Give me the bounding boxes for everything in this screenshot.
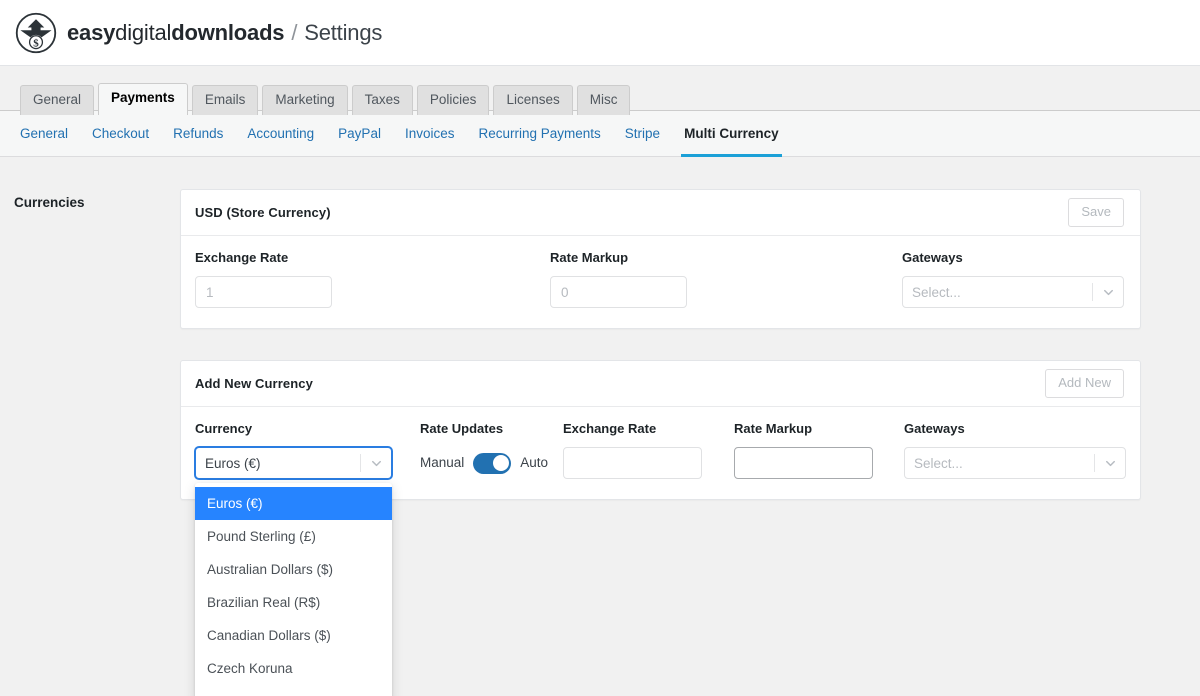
new-exchange-rate-input[interactable] [563, 447, 702, 479]
masthead: $ easydigitaldownloads / Settings [0, 0, 1200, 66]
primary-tabs-bar: GeneralPaymentsEmailsMarketingTaxesPolic… [0, 66, 1200, 110]
currencies-section-label: Currencies [14, 195, 180, 210]
currency-dropdown-menu[interactable]: Euros (€)Pound Sterling (£)Australian Do… [195, 483, 392, 696]
store-rate-markup-label: Rate Markup [550, 250, 687, 266]
brand-title: easydigitaldownloads / Settings [67, 20, 382, 46]
rate-updates-auto-label: Auto [520, 455, 548, 471]
chevron-down-icon [1095, 456, 1125, 471]
subnav-item-recurring-payments[interactable]: Recurring Payments [466, 111, 612, 156]
add-currency-panel: Add New Currency Add New Currency Euros … [180, 360, 1141, 500]
add-currency-title: Add New Currency [195, 376, 313, 391]
tab-policies[interactable]: Policies [417, 85, 490, 115]
subnav-item-invoices[interactable]: Invoices [393, 111, 467, 156]
brand-easy: easy [67, 20, 115, 46]
subnav-item-paypal[interactable]: PayPal [326, 111, 393, 156]
currency-select[interactable]: Euros (€) [195, 447, 392, 479]
store-gateways-field: Gateways Select... [902, 250, 1124, 308]
new-exchange-rate-label: Exchange Rate [563, 421, 702, 437]
page-title: Settings [304, 20, 382, 46]
rate-updates-toggle-row: Manual Auto [420, 447, 540, 479]
dropdown-option[interactable]: Brazilian Real (R$) [195, 586, 392, 619]
section-label-column: Currencies [0, 189, 180, 531]
rate-updates-label: Rate Updates [420, 421, 540, 437]
new-gateways-label: Gateways [904, 421, 1126, 437]
new-rate-markup-input[interactable] [734, 447, 873, 479]
currency-label: Currency [195, 421, 392, 437]
subnav-item-refunds[interactable]: Refunds [161, 111, 235, 156]
add-currency-panel-body: Currency Euros (€) Euros (€)Pound Sterli… [181, 407, 1140, 499]
store-rate-markup-input[interactable] [550, 276, 687, 308]
dropdown-option[interactable]: Danish Krone [195, 685, 392, 696]
store-exchange-rate-field: Exchange Rate [195, 250, 332, 308]
store-rate-markup-field: Rate Markup [550, 250, 687, 308]
dropdown-option[interactable]: Czech Koruna [195, 652, 392, 685]
store-currency-title: USD (Store Currency) [195, 205, 331, 220]
store-currency-panel: USD (Store Currency) Save Exchange Rate … [180, 189, 1141, 329]
brand-digital: digital [115, 20, 171, 46]
subnav-item-accounting[interactable]: Accounting [235, 111, 326, 156]
currency-field: Currency Euros (€) Euros (€)Pound Sterli… [195, 421, 392, 479]
dropdown-option[interactable]: Australian Dollars ($) [195, 553, 392, 586]
primary-tabs: GeneralPaymentsEmailsMarketingTaxesPolic… [20, 83, 1200, 115]
rate-updates-toggle[interactable] [473, 453, 511, 474]
toggle-knob [493, 455, 509, 471]
rate-updates-manual-label: Manual [420, 455, 464, 471]
chevron-down-icon [1093, 285, 1123, 300]
settings-content: Currencies USD (Store Currency) Save Exc… [0, 157, 1200, 531]
brand-separator: / [291, 20, 297, 46]
tab-misc[interactable]: Misc [577, 85, 631, 115]
store-currency-panel-body: Exchange Rate Rate Markup Gateways Selec… [181, 236, 1140, 328]
subnav-item-general[interactable]: General [20, 111, 80, 156]
svg-text:$: $ [33, 37, 39, 49]
new-rate-markup-field: Rate Markup [734, 421, 873, 479]
add-currency-panel-header: Add New Currency Add New [181, 361, 1140, 407]
secondary-nav: GeneralCheckoutRefundsAccountingPayPalIn… [0, 110, 1200, 157]
dropdown-option[interactable]: Canadian Dollars ($) [195, 619, 392, 652]
store-exchange-rate-input[interactable] [195, 276, 332, 308]
subnav-item-multi-currency[interactable]: Multi Currency [672, 111, 791, 156]
edd-logo-icon: $ [14, 11, 58, 55]
tab-marketing[interactable]: Marketing [262, 85, 347, 115]
store-gateways-label: Gateways [902, 250, 1124, 266]
brand-downloads: downloads [171, 20, 284, 46]
dropdown-option[interactable]: Pound Sterling (£) [195, 520, 392, 553]
store-gateways-value: Select... [903, 285, 1092, 300]
tab-taxes[interactable]: Taxes [352, 85, 413, 115]
add-new-button[interactable]: Add New [1045, 369, 1124, 398]
chevron-down-icon [361, 456, 391, 471]
tab-payments[interactable]: Payments [98, 83, 188, 115]
tab-general[interactable]: General [20, 85, 94, 115]
store-currency-panel-header: USD (Store Currency) Save [181, 190, 1140, 236]
new-gateways-value: Select... [905, 456, 1094, 471]
save-button[interactable]: Save [1068, 198, 1124, 227]
new-gateways-select[interactable]: Select... [904, 447, 1126, 479]
new-exchange-rate-field: Exchange Rate [563, 421, 702, 479]
rate-updates-field: Rate Updates Manual Auto [420, 421, 540, 479]
new-rate-markup-label: Rate Markup [734, 421, 873, 437]
tab-licenses[interactable]: Licenses [493, 85, 572, 115]
subnav-item-stripe[interactable]: Stripe [613, 111, 672, 156]
new-gateways-field: Gateways Select... [904, 421, 1126, 479]
currency-select-value: Euros (€) [196, 456, 360, 471]
tab-emails[interactable]: Emails [192, 85, 259, 115]
panels-column: USD (Store Currency) Save Exchange Rate … [180, 189, 1200, 531]
subnav-item-checkout[interactable]: Checkout [80, 111, 161, 156]
dropdown-option[interactable]: Euros (€) [195, 487, 392, 520]
store-gateways-select[interactable]: Select... [902, 276, 1124, 308]
store-exchange-rate-label: Exchange Rate [195, 250, 332, 266]
